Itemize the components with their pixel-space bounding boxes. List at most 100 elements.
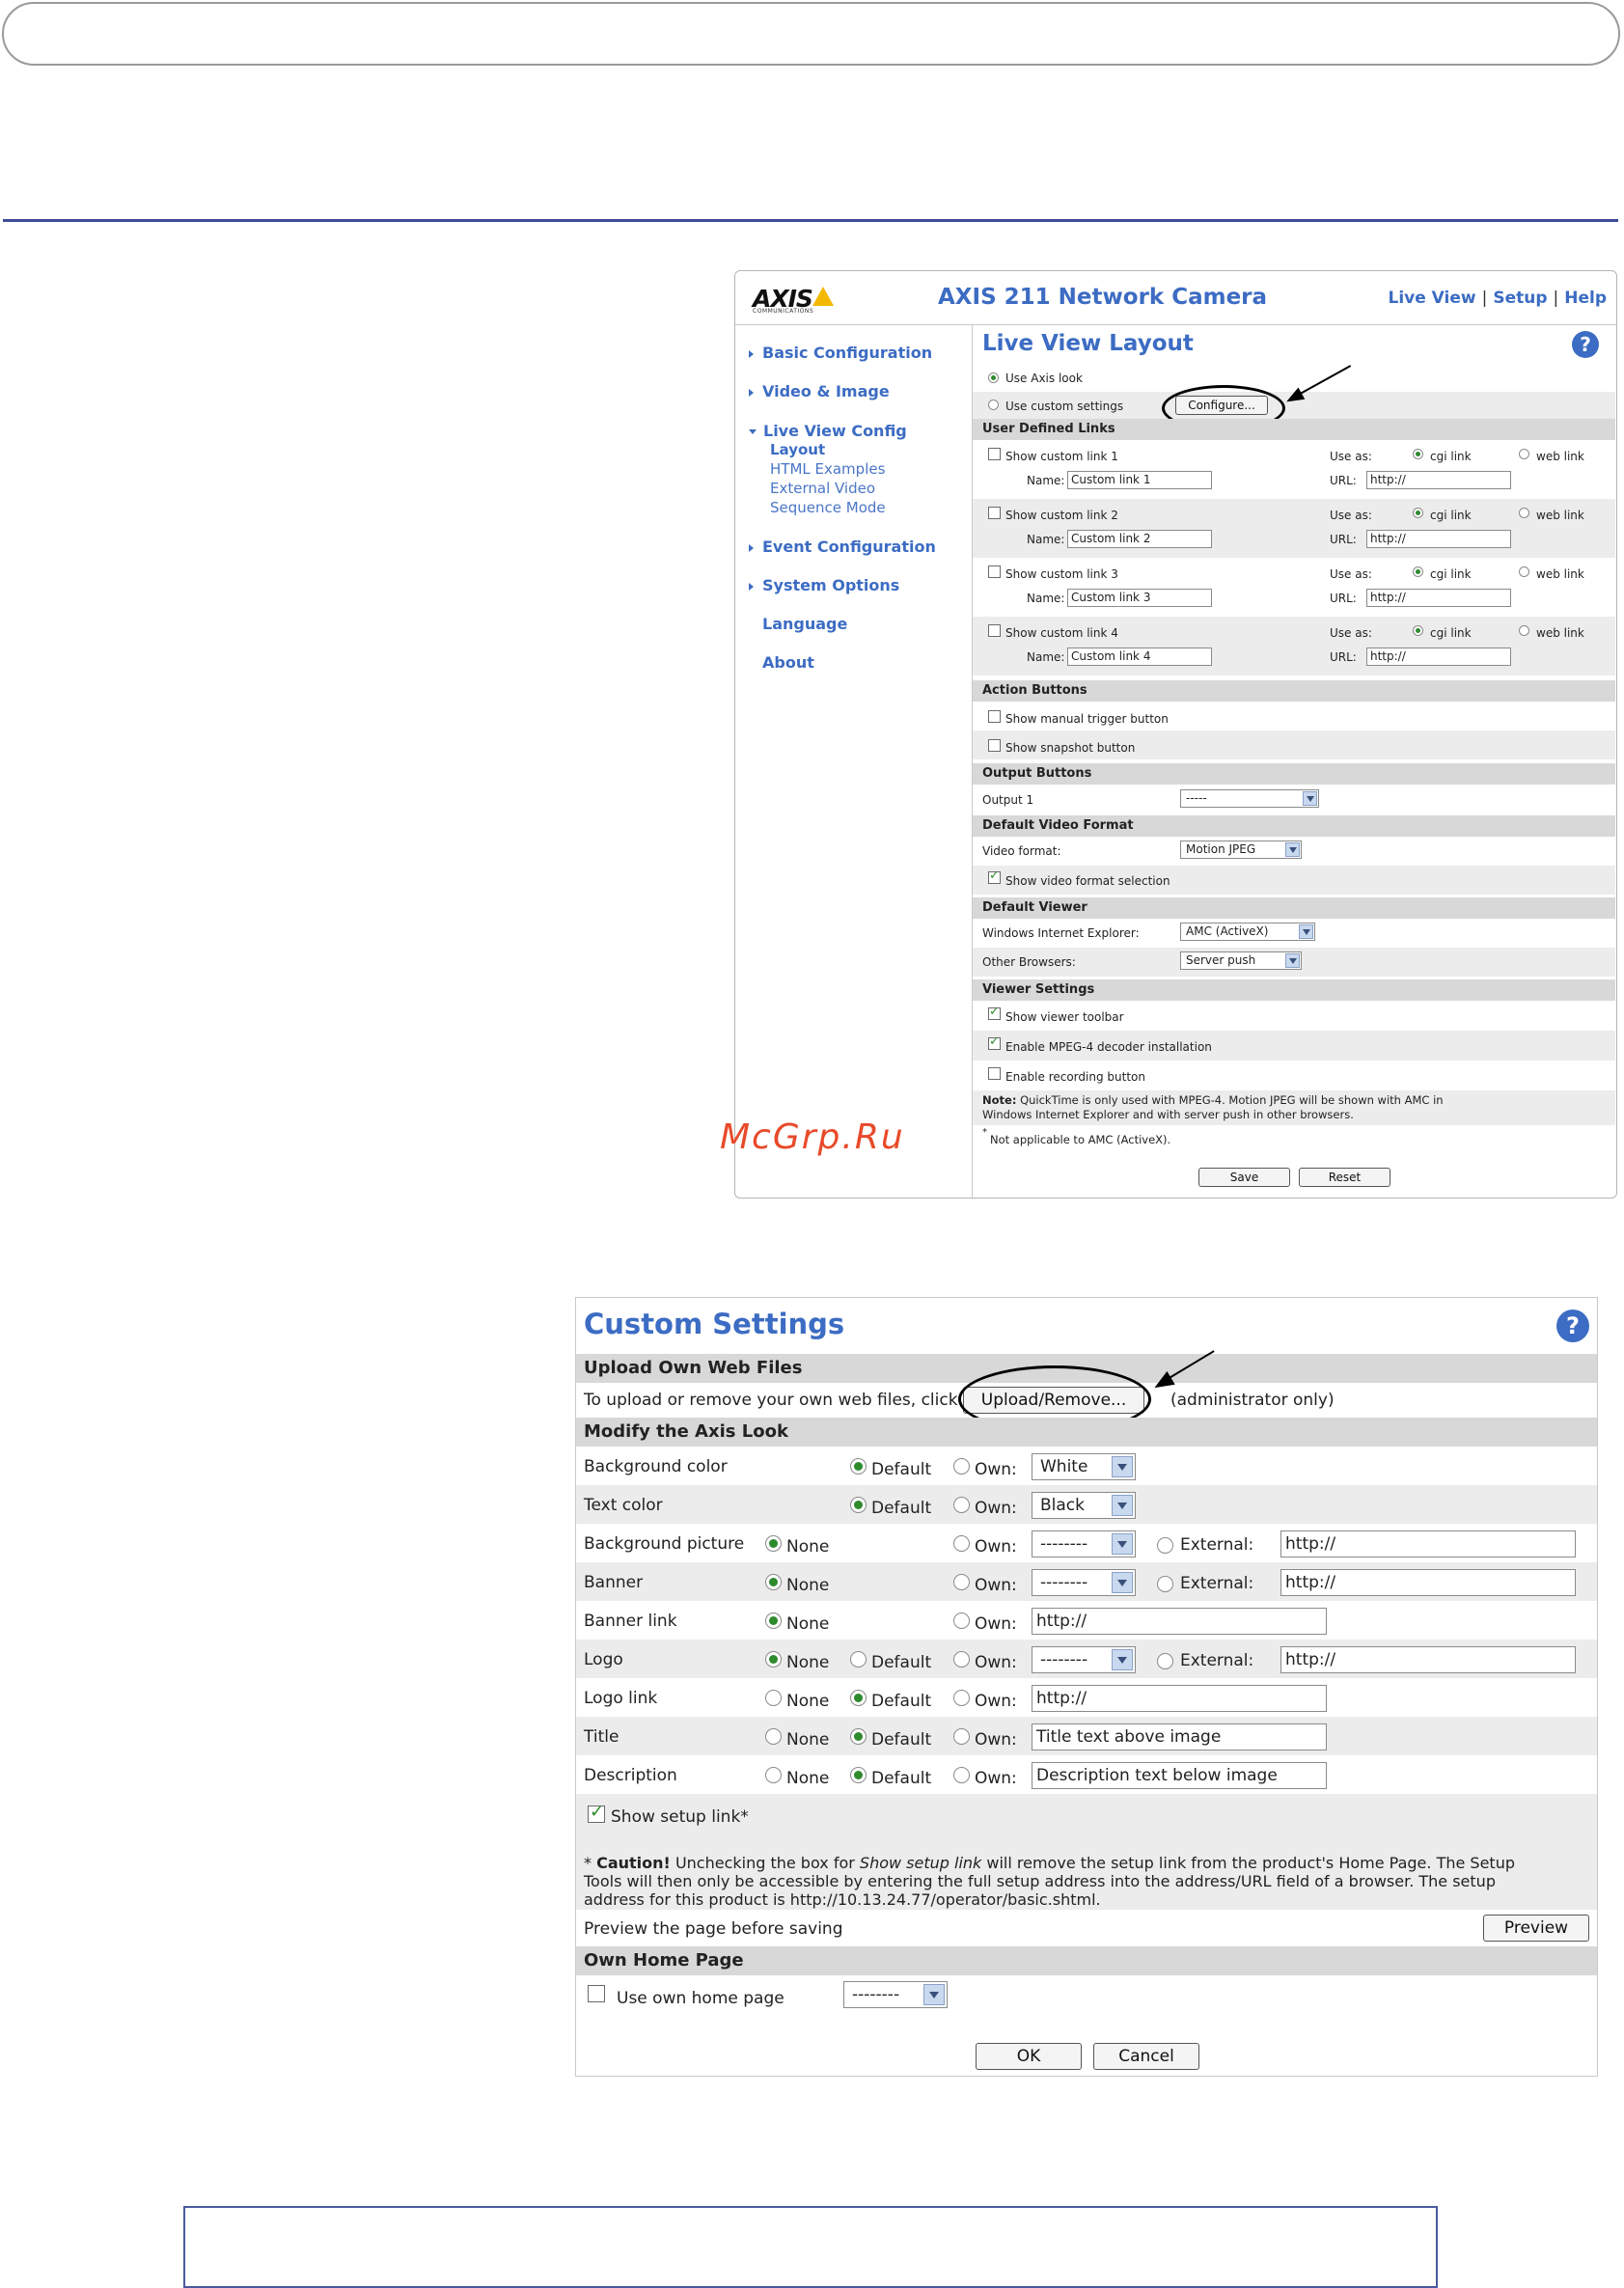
- url-label: URL:: [1330, 474, 1357, 487]
- output-select[interactable]: -----: [1180, 789, 1319, 808]
- save-button[interactable]: Save: [1198, 1168, 1290, 1187]
- use-own-home-checkbox[interactable]: [588, 1985, 605, 2002]
- show-custom-link-2-checkbox[interactable]: [988, 507, 1001, 519]
- custom-link-1-url-input[interactable]: http://: [1366, 471, 1511, 489]
- logo-default-radio[interactable]: [850, 1651, 867, 1668]
- enable-recording-checkbox[interactable]: [988, 1067, 1001, 1080]
- description-input[interactable]: Description text below image: [1032, 1762, 1327, 1789]
- custom-link-3-name-input[interactable]: Custom link 3: [1067, 589, 1212, 607]
- live-view-link[interactable]: Live View: [1388, 289, 1475, 308]
- other-browsers-select[interactable]: Server push: [1180, 951, 1302, 970]
- title-input[interactable]: Title text above image: [1032, 1723, 1327, 1750]
- web-link-1-radio[interactable]: [1519, 449, 1529, 459]
- reset-button[interactable]: Reset: [1299, 1168, 1390, 1187]
- text-color-own-radio[interactable]: [953, 1497, 970, 1513]
- custom-link-2-name-input[interactable]: Custom link 2: [1067, 530, 1212, 548]
- show-custom-link-4-checkbox[interactable]: [988, 624, 1001, 637]
- nav-sub-external-video[interactable]: External Video: [770, 480, 875, 497]
- nav-sub-html-examples[interactable]: HTML Examples: [770, 460, 885, 478]
- cancel-button[interactable]: Cancel: [1093, 2043, 1199, 2070]
- banner-external-radio[interactable]: [1157, 1576, 1173, 1592]
- nav-event-configuration[interactable]: Event Configuration: [749, 538, 936, 556]
- external-label: External:: [1180, 1535, 1254, 1555]
- show-custom-link-3-checkbox[interactable]: [988, 565, 1001, 578]
- web-link-4-radio[interactable]: [1519, 625, 1529, 636]
- logo-external-radio[interactable]: [1157, 1653, 1173, 1669]
- logo-link-default-radio[interactable]: [850, 1690, 867, 1706]
- banner-link-none-radio[interactable]: [765, 1613, 782, 1629]
- banner-select[interactable]: --------: [1032, 1569, 1136, 1596]
- banner-link-own-radio[interactable]: [953, 1613, 970, 1629]
- bg-color-select[interactable]: White: [1032, 1453, 1136, 1480]
- nav-basic-configuration[interactable]: Basic Configuration: [749, 344, 932, 362]
- video-format-select[interactable]: Motion JPEG: [1180, 841, 1302, 859]
- logo-external-input[interactable]: http://: [1280, 1646, 1576, 1673]
- nav-sub-sequence-mode[interactable]: Sequence Mode: [770, 499, 886, 516]
- banner-own-radio[interactable]: [953, 1574, 970, 1590]
- cgi-link-3-radio[interactable]: [1413, 566, 1423, 577]
- logo-link-row: Logo link None Default Own: http://: [576, 1678, 1597, 1717]
- windows-ie-select[interactable]: AMC (ActiveX): [1180, 923, 1315, 941]
- bg-picture-select[interactable]: --------: [1032, 1530, 1136, 1557]
- custom-link-4-url-input[interactable]: http://: [1366, 648, 1511, 666]
- use-custom-settings-radio[interactable]: [988, 400, 999, 410]
- bg-picture-none-radio[interactable]: [765, 1535, 782, 1552]
- nav-video-image[interactable]: Video & Image: [749, 382, 890, 400]
- section-default-viewer: Default Viewer: [973, 897, 1615, 919]
- enable-mpeg4-checkbox[interactable]: [988, 1034, 1001, 1050]
- title-default-radio[interactable]: [850, 1728, 867, 1745]
- nav-language[interactable]: Language: [762, 615, 847, 633]
- bg-picture-external-radio[interactable]: [1157, 1537, 1173, 1554]
- nav-sub-layout[interactable]: Layout: [770, 441, 825, 458]
- description-default-radio[interactable]: [850, 1767, 867, 1783]
- nav-system-options[interactable]: System Options: [749, 576, 899, 594]
- own-home-select[interactable]: --------: [843, 1981, 948, 2008]
- logo-select[interactable]: --------: [1032, 1646, 1136, 1673]
- logo-link-input[interactable]: http://: [1032, 1685, 1327, 1712]
- help-link[interactable]: Help: [1564, 289, 1607, 308]
- cgi-link-1-radio[interactable]: [1413, 449, 1423, 459]
- title-own-radio[interactable]: [953, 1728, 970, 1745]
- bg-picture-own-radio[interactable]: [953, 1535, 970, 1552]
- description-none-radio[interactable]: [765, 1767, 782, 1783]
- banner-none-radio[interactable]: [765, 1574, 782, 1590]
- text-color-select[interactable]: Black: [1032, 1492, 1136, 1519]
- banner-link-input[interactable]: http://: [1032, 1608, 1327, 1635]
- show-manual-trigger-checkbox[interactable]: [988, 710, 1001, 723]
- show-snapshot-checkbox[interactable]: [988, 739, 1001, 752]
- bg-color-default-radio[interactable]: [850, 1458, 867, 1475]
- web-link-2-radio[interactable]: [1519, 508, 1529, 518]
- text-color-default-radio[interactable]: [850, 1497, 867, 1513]
- description-own-radio[interactable]: [953, 1767, 970, 1783]
- logo-none-radio[interactable]: [765, 1651, 782, 1668]
- custom-link-1-name-input[interactable]: Custom link 1: [1067, 471, 1212, 489]
- banner-external-input[interactable]: http://: [1280, 1569, 1576, 1596]
- help-icon[interactable]: ?: [1572, 331, 1599, 358]
- nav-about[interactable]: About: [762, 653, 814, 672]
- help-icon[interactable]: ?: [1556, 1309, 1589, 1342]
- watermark: McGrp.Ru: [720, 1117, 905, 1157]
- enable-mpeg4-label: Enable MPEG-4 decoder installation: [1005, 1040, 1212, 1054]
- show-setup-link-checkbox[interactable]: [588, 1802, 605, 1823]
- custom-link-3-url-input[interactable]: http://: [1366, 589, 1511, 607]
- show-custom-link-1-checkbox[interactable]: [988, 448, 1001, 460]
- bg-picture-external-input[interactable]: http://: [1280, 1530, 1576, 1557]
- nav-live-view-config[interactable]: Live View Config: [749, 422, 907, 440]
- cgi-link-4-radio[interactable]: [1413, 625, 1423, 636]
- show-viewer-toolbar-checkbox[interactable]: [988, 1005, 1001, 1020]
- use-axis-look-radio[interactable]: [988, 372, 999, 383]
- show-video-format-selection-checkbox[interactable]: [988, 868, 1001, 884]
- ok-button[interactable]: OK: [976, 2043, 1082, 2070]
- title-none-radio[interactable]: [765, 1728, 782, 1745]
- use-custom-settings-label: Use custom settings: [1005, 400, 1124, 413]
- cgi-link-2-radio[interactable]: [1413, 508, 1423, 518]
- web-link-3-radio[interactable]: [1519, 566, 1529, 577]
- logo-link-own-radio[interactable]: [953, 1690, 970, 1706]
- logo-link-none-radio[interactable]: [765, 1690, 782, 1706]
- preview-button[interactable]: Preview: [1483, 1915, 1589, 1942]
- logo-own-radio[interactable]: [953, 1651, 970, 1668]
- custom-link-4-name-input[interactable]: Custom link 4: [1067, 648, 1212, 666]
- custom-link-2-url-input[interactable]: http://: [1366, 530, 1511, 548]
- bg-color-own-radio[interactable]: [953, 1458, 970, 1475]
- setup-link[interactable]: Setup: [1493, 289, 1547, 308]
